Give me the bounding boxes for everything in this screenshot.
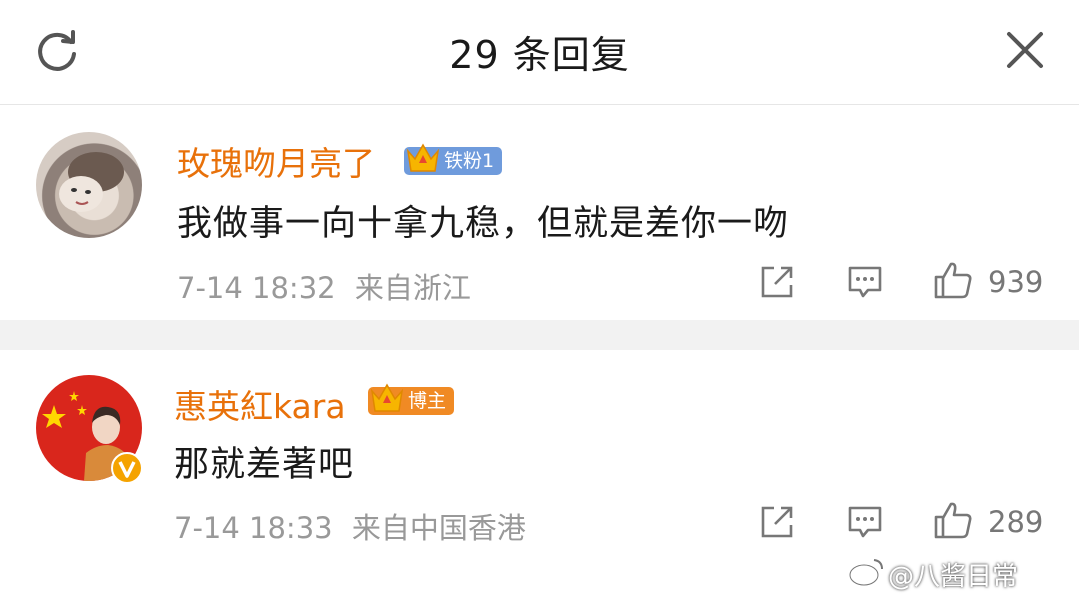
share-icon[interactable] <box>758 263 796 301</box>
badge-label: 博主 <box>408 390 447 412</box>
avatar[interactable] <box>36 132 142 238</box>
comment-meta: 7-14 18:32 来自浙江 <box>177 265 471 307</box>
page-title: 29 条回复 <box>449 33 630 77</box>
close-icon[interactable] <box>1003 28 1047 72</box>
like-icon[interactable] <box>932 499 974 541</box>
like-count: 939 <box>988 265 1044 299</box>
badge-label: 铁粉1 <box>444 150 495 172</box>
crown-icon <box>370 383 404 412</box>
comment-icon[interactable] <box>846 503 884 541</box>
crown-icon <box>406 143 440 172</box>
verified-icon <box>111 452 143 484</box>
weibo-logo-icon <box>848 559 883 587</box>
comment-meta: 7-14 18:33 来自中国香港 <box>174 505 526 547</box>
comment-item: 惠英紅kara 博主 那就差著吧 7-14 18:33 来自中国香港 289 <box>0 350 1079 565</box>
host-badge: 博主 <box>368 383 455 415</box>
watermark: @八酱日常 <box>888 562 1019 592</box>
comment-icon[interactable] <box>846 263 884 301</box>
share-icon[interactable] <box>758 503 796 541</box>
like-count: 289 <box>988 505 1044 539</box>
comment-username[interactable]: 玫瑰吻月亮了 <box>177 137 375 185</box>
comment-username[interactable]: 惠英紅kara <box>174 380 346 428</box>
comment-time: 7-14 18:32 <box>177 271 336 305</box>
comment-item: 玫瑰吻月亮了 铁粉1 我做事一向十拿九稳，但就是差你一吻 7-14 18:32 … <box>0 105 1079 320</box>
like-icon[interactable] <box>932 259 974 301</box>
reply-header: 29 条回复 <box>0 0 1079 105</box>
comment-time: 7-14 18:33 <box>174 511 333 545</box>
comment-text: 那就差著吧 <box>174 445 355 485</box>
section-divider <box>0 320 1079 350</box>
comment-location: 来自中国香港 <box>351 511 526 545</box>
fan-badge: 铁粉1 <box>404 143 503 175</box>
comment-location: 来自浙江 <box>354 271 471 305</box>
comment-text: 我做事一向十拿九稳，但就是差你一吻 <box>177 204 790 244</box>
